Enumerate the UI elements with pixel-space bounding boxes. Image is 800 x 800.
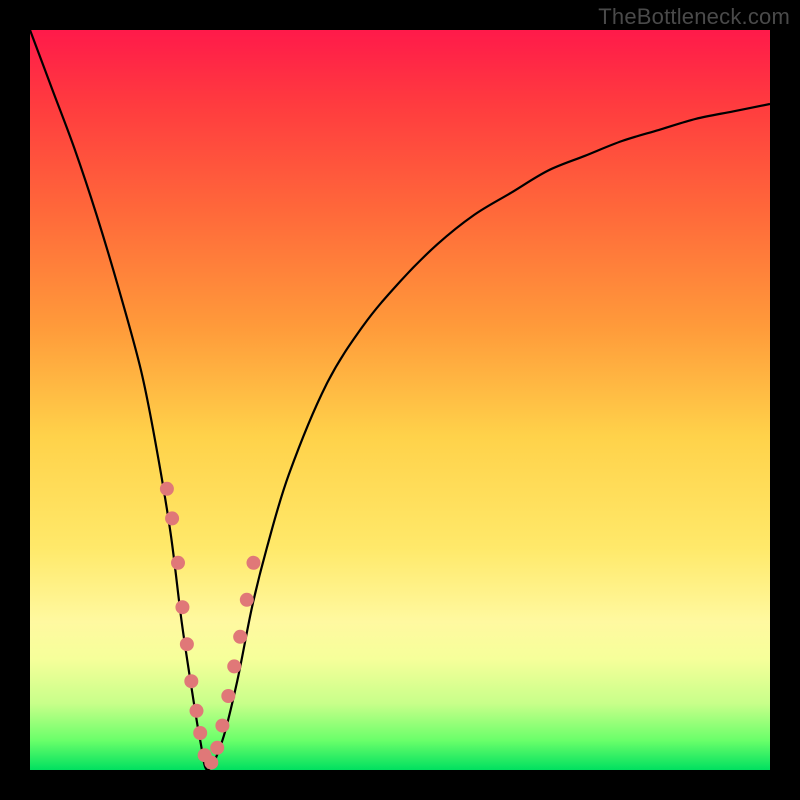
- marker-dot: [246, 556, 260, 570]
- marker-dot: [240, 593, 254, 607]
- chart-frame: TheBottleneck.com: [0, 0, 800, 800]
- marker-dot: [190, 704, 204, 718]
- marker-dot: [180, 637, 194, 651]
- marker-dot: [227, 659, 241, 673]
- marker-dot: [165, 511, 179, 525]
- curve-path: [30, 30, 770, 770]
- watermark-text: TheBottleneck.com: [598, 4, 790, 30]
- chart-svg: [30, 30, 770, 770]
- marker-dots: [160, 482, 261, 770]
- marker-dot: [171, 556, 185, 570]
- bottleneck-curve: [30, 30, 770, 770]
- marker-dot: [160, 482, 174, 496]
- plot-area: [30, 30, 770, 770]
- marker-dot: [184, 674, 198, 688]
- marker-dot: [175, 600, 189, 614]
- marker-dot: [221, 689, 235, 703]
- marker-dot: [204, 756, 218, 770]
- marker-dot: [215, 719, 229, 733]
- marker-dot: [210, 741, 224, 755]
- marker-dot: [193, 726, 207, 740]
- marker-dot: [233, 630, 247, 644]
